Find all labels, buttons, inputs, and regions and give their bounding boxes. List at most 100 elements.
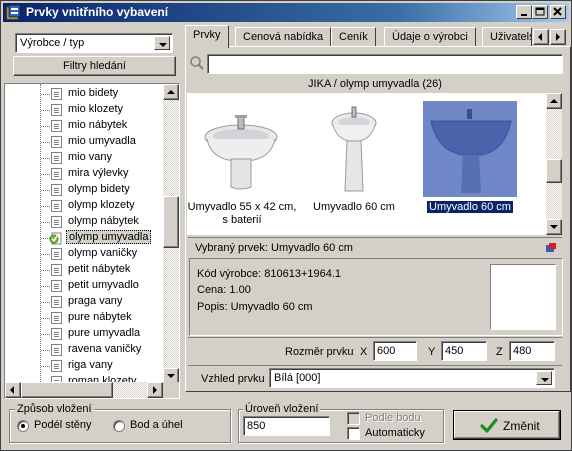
tree-item-label: mio nábytek [68,119,128,131]
change-button[interactable]: Změnit [453,410,561,440]
product-caption-line: Umyvadlo 60 cm [426,200,514,214]
tree-item[interactable]: mira výlevky [5,166,163,182]
radio-point-label[interactable]: Bod a úhel [130,419,183,431]
category-tree[interactable]: mio bidety mio klozety mio nábytek mio umyv… [4,83,180,399]
scroll-down-icon[interactable] [546,219,562,235]
tree-item[interactable]: pure nábytek [5,310,163,326]
tree-connector [41,286,50,287]
tree-connector [41,366,50,367]
item-code: Kód výrobce: 810613+1964.1 [197,268,342,280]
scroll-corner [163,382,179,398]
auto-checkbox[interactable] [347,427,360,440]
tab-scroll-right-icon[interactable] [550,29,566,45]
tree-item[interactable]: olymp klozety [5,198,163,214]
scroll-up-icon[interactable] [546,93,562,109]
tree-item[interactable]: mio bidety [5,86,163,102]
document-icon [51,200,62,212]
tab-price-list[interactable]: Ceník [331,27,376,47]
tree-hscrollbar[interactable] [5,382,163,398]
tree-scrollbar[interactable] [163,84,179,384]
radio-point[interactable] [113,420,125,432]
product-gallery[interactable]: Umyvadlo 55 x 42 cm, s baterií Umyvadlo … [187,93,546,235]
chevron-down-icon[interactable] [536,371,552,385]
document-icon [51,136,62,148]
tree-connector [41,206,50,207]
filter-combo-value: Výrobce / typ [20,37,85,49]
tree-item[interactable]: pure umyvadla [5,326,163,342]
tree-connector [41,270,50,271]
scroll-left-icon[interactable] [5,382,21,398]
title-bar[interactable]: Prvky vnitřního vybavení [3,3,569,22]
product-image [307,101,401,197]
radio-wall[interactable] [17,420,29,432]
appearance-label: Vzhled prvku [201,373,265,385]
radio-wall-label[interactable]: Podél stěny [34,419,91,431]
maximize-button[interactable] [532,5,548,19]
auto-label[interactable]: Automaticky [365,427,425,439]
product-tile[interactable]: Umyvadlo 55 x 42 cm, s baterií [187,93,297,233]
tree-item-label: mio klozety [68,103,124,115]
tab-manufacturer-info[interactable]: Údaje o výrobci [384,27,476,47]
document-icon [51,360,62,372]
document-icon [51,88,62,100]
minimize-button[interactable] [516,5,532,19]
tree-item[interactable]: mio klozety [5,102,163,118]
tree-item-selected[interactable]: olymp umyvadla [5,230,163,246]
tree-item[interactable]: mio nábytek [5,118,163,134]
tree-item[interactable]: mio umyvadla [5,134,163,150]
tree-connector [41,174,50,175]
tree-connector [41,318,50,319]
tree-connector [41,94,50,95]
tree-item[interactable]: olymp nábytek [5,214,163,230]
y-input[interactable]: 450 [441,341,487,361]
insert-level-input[interactable]: 850 [243,416,330,436]
tree-item[interactable]: mio vany [5,150,163,166]
filter-combo[interactable]: Výrobce / typ [15,33,173,53]
product-tile-selected[interactable]: Umyvadlo 60 cm [415,93,525,233]
tree-item[interactable]: olymp bidety [5,182,163,198]
x-input[interactable]: 600 [373,341,417,361]
search-filters-button[interactable]: Filtry hledání [13,56,176,76]
tree-item[interactable]: petit umyvadlo [5,278,163,294]
tree-item-label: olymp umyvadla [66,230,152,244]
product-caption-line: Umyvadlo 60 cm [313,201,395,213]
document-icon [51,248,62,260]
tab-user[interactable]: Uživatels [482,27,532,47]
gallery-scroll-thumb[interactable] [546,159,562,183]
z-input[interactable]: 480 [509,341,555,361]
chevron-down-icon[interactable] [154,36,170,50]
search-input[interactable] [207,54,563,74]
tree-item-label: riga vany [68,359,113,371]
appearance-combo[interactable]: Bílá [000] [269,368,555,388]
tree-item[interactable]: olymp vaničky [5,246,163,262]
tree-item[interactable]: praga vany [5,294,163,310]
tree-connector [41,350,50,351]
product-tile[interactable]: Umyvadlo 60 cm [299,93,409,233]
tree-item[interactable]: riga vany [5,358,163,374]
close-button[interactable] [550,5,566,19]
product-caption: Umyvadlo 55 x 42 cm, s baterií [187,201,297,227]
tree-item[interactable]: ravena vaničky [5,342,163,358]
tree-item-label: mira výlevky [68,167,129,179]
pin-icon[interactable] [545,242,557,254]
tab-price-offer[interactable]: Cenová nabídka [235,27,332,47]
gallery-scrollbar[interactable] [546,93,562,235]
by-point-checkbox[interactable] [347,412,360,425]
by-point-label: Podle bodu [365,412,421,424]
document-icon [51,344,62,356]
tab-scroll-left-icon[interactable] [533,29,549,45]
tab-prvky[interactable]: Prvky [185,25,229,48]
scroll-up-icon[interactable] [163,84,179,100]
tree-item-label: petit umyvadlo [68,279,139,291]
tree-scroll-thumb[interactable] [163,196,179,248]
y-label: Y [428,346,436,358]
document-icon [51,216,62,228]
scroll-right-icon[interactable] [147,382,163,398]
product-caption: Umyvadlo 60 cm [415,200,525,214]
document-icon [51,152,62,164]
appearance-value: Bílá [000] [274,372,321,384]
tree-hscroll-thumb[interactable] [21,382,113,398]
tree-item-label: olymp nábytek [68,215,139,227]
tree-item-label: pure umyvadla [68,327,141,339]
tree-item[interactable]: petit nábytek [5,262,163,278]
